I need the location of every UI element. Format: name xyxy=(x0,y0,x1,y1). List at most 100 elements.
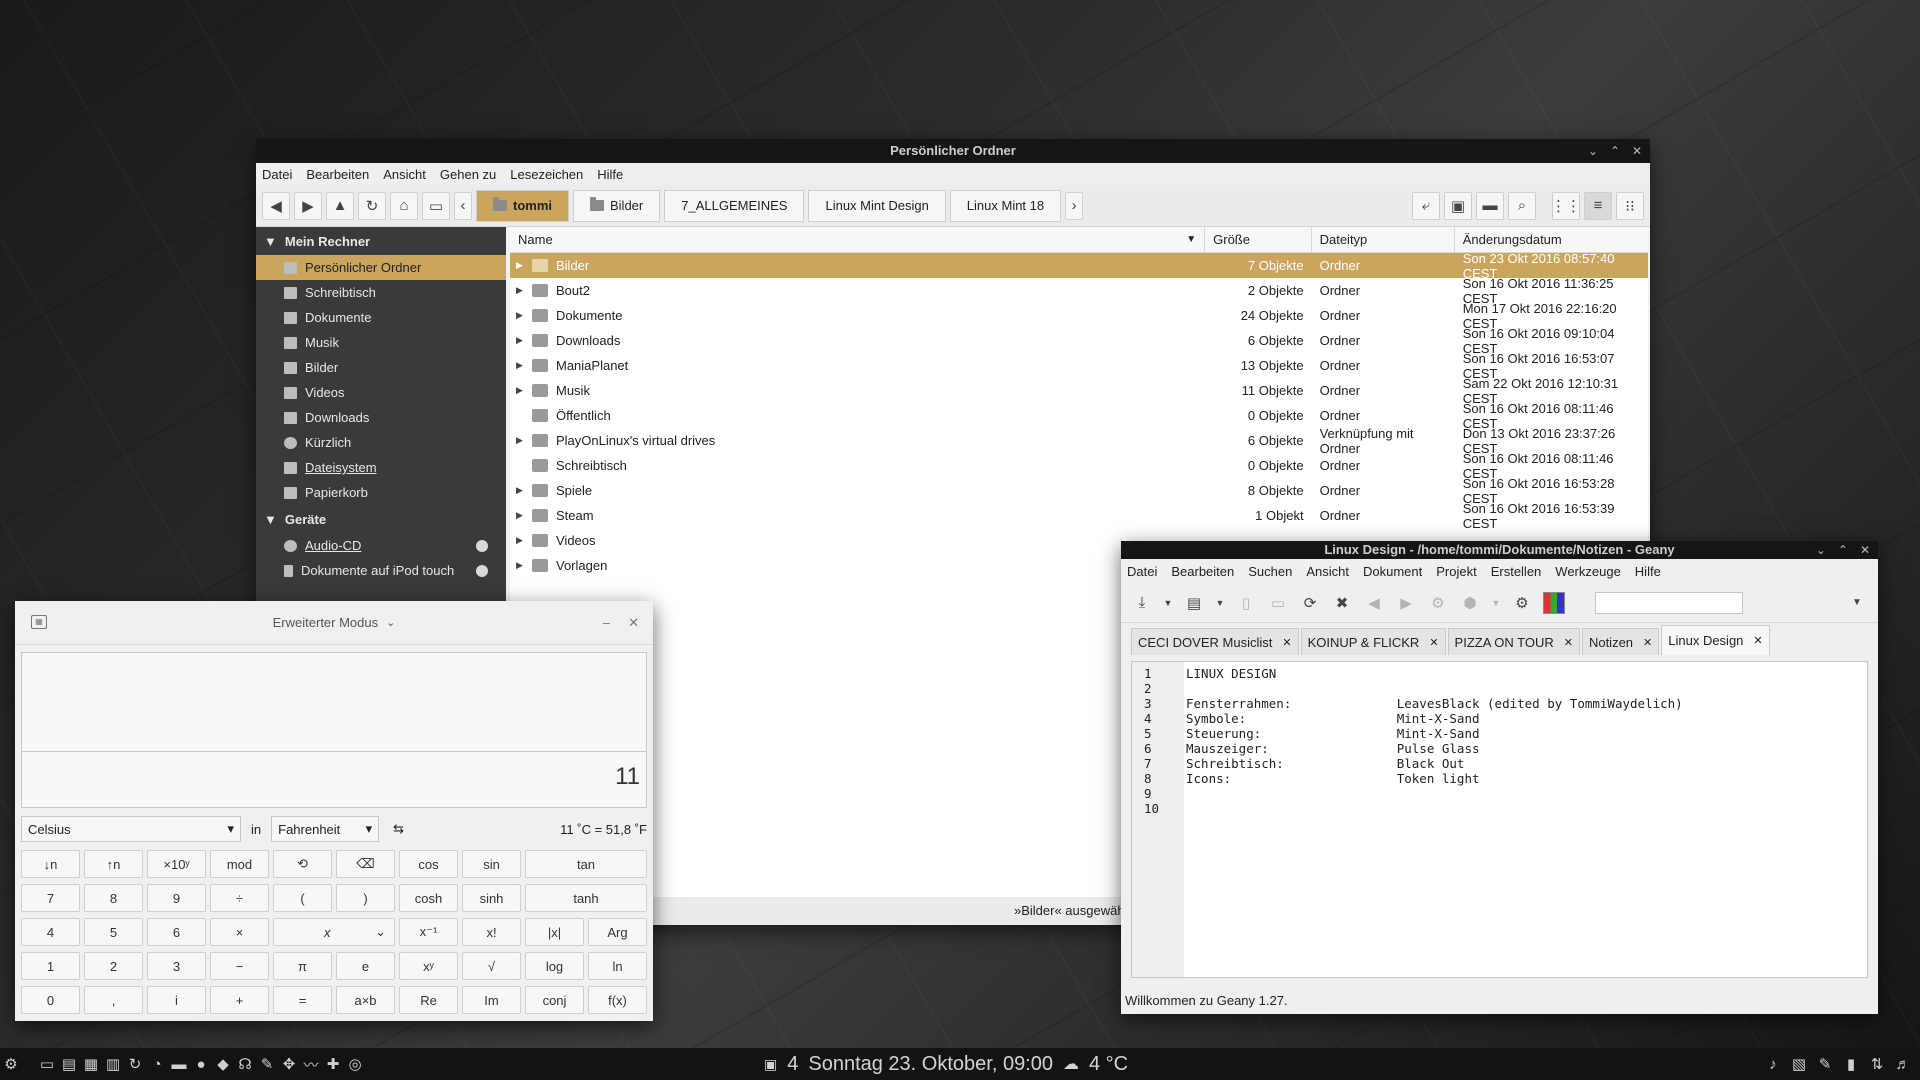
firefox-icon[interactable]: ◔ xyxy=(146,1053,168,1075)
expander-icon[interactable]: ▶ xyxy=(516,560,524,571)
column-name[interactable]: Name ▼ xyxy=(510,227,1206,252)
calc-key[interactable]: f(x) xyxy=(588,986,647,1014)
calc-key[interactable]: cos xyxy=(399,850,458,878)
sidebar-item-pictures[interactable]: Bilder xyxy=(256,355,506,380)
sidebar-item-home[interactable]: Persönlicher Ordner xyxy=(256,255,506,280)
file-row[interactable]: ▶ Spiele 8 Objekte Ordner Son 16 Okt 2016 16… xyxy=(510,476,1648,506)
show-desktop-icon[interactable]: ▭ xyxy=(36,1053,58,1075)
terminal-icon[interactable]: ▣ xyxy=(1444,191,1472,220)
menu-bearbeiten[interactable]: Bearbeiten xyxy=(306,167,369,182)
expander-icon[interactable]: ▶ xyxy=(516,285,524,296)
sidebar-item-recent[interactable]: Kürzlich xyxy=(256,430,506,455)
close-file-icon[interactable]: ✖ xyxy=(1331,592,1353,614)
bird-icon[interactable]: 〰 xyxy=(300,1053,322,1075)
file-manager-titlebar[interactable]: Persönlicher Ordner ⌄ ⌃ ✕ xyxy=(256,139,1650,163)
menu-gear-icon[interactable]: ⚙ xyxy=(0,1053,22,1075)
calc-key[interactable]: √ xyxy=(462,952,521,980)
calc-key[interactable]: 6 xyxy=(147,918,206,946)
menu-bearbeiten[interactable]: Bearbeiten xyxy=(1171,564,1234,579)
archive-icon[interactable]: ▥ xyxy=(102,1053,124,1075)
breadcrumb-linux-mint-18[interactable]: Linux Mint 18 xyxy=(949,189,1062,222)
file-row[interactable]: ▶ PlayOnLinux's virtual drives 6 Objekte Ve… xyxy=(510,426,1648,456)
expander-icon[interactable]: ▶ xyxy=(516,260,524,271)
nav-forward-icon[interactable]: ▶ xyxy=(1395,592,1417,614)
sidebar-item-desktop[interactable]: Schreibtisch xyxy=(256,280,506,305)
volume-icon[interactable]: ♬ xyxy=(1892,1053,1914,1075)
open-file-icon[interactable]: ▤ xyxy=(1183,592,1205,614)
calc-key[interactable]: Re xyxy=(399,986,458,1014)
calc-key[interactable]: ln xyxy=(588,952,647,980)
breadcrumb-right-icon[interactable]: › xyxy=(1065,191,1084,220)
menu-hilfe[interactable]: Hilfe xyxy=(597,167,623,182)
file-row[interactable]: ▶ Bout2 2 Objekte Ordner Son 16 Okt 2016 11:… xyxy=(510,276,1648,306)
headphones-icon[interactable]: ☊ xyxy=(234,1053,256,1075)
back-arrow-icon[interactable]: ◀ xyxy=(262,191,290,220)
tab-pizza-on-tour[interactable]: PIZZA ON TOUR ✕ xyxy=(1447,628,1580,655)
to-unit-select[interactable]: Fahrenheit ▾ xyxy=(271,816,380,842)
breadcrumb-linux-mint-design[interactable]: Linux Mint Design xyxy=(808,189,946,222)
sidebar-item-downloads[interactable]: Downloads xyxy=(256,405,506,430)
calc-key[interactable]: 5 xyxy=(84,918,143,946)
icon-view-icon[interactable]: ⋮⋮ xyxy=(1551,191,1581,220)
search-input[interactable] xyxy=(1595,591,1743,614)
new-folder-icon[interactable]: ▬ xyxy=(1476,191,1504,220)
clipboard-icon[interactable]: ▧ xyxy=(1788,1053,1810,1075)
sidebar-item-music[interactable]: Musik xyxy=(256,330,506,355)
calc-key[interactable]: ×10ʸ xyxy=(147,850,206,878)
calc-key[interactable]: conj xyxy=(525,986,584,1014)
menu-datei[interactable]: Datei xyxy=(1127,564,1157,579)
code-line[interactable]: Steuerung: Mint-X-Sand xyxy=(1186,726,1683,741)
maximize-icon[interactable]: ⌃ xyxy=(1610,139,1620,163)
calculator-launcher-icon[interactable]: ▦ xyxy=(80,1053,102,1075)
eject-icon[interactable] xyxy=(476,564,488,577)
calc-key[interactable]: a×b xyxy=(336,986,395,1014)
calc-key[interactable]: e xyxy=(336,952,395,980)
calc-key[interactable]: sinh xyxy=(462,884,521,912)
expander-icon[interactable]: ▶ xyxy=(516,510,524,521)
refresh-app-icon[interactable]: ↻ xyxy=(124,1053,146,1075)
calc-key[interactable]: 2 xyxy=(84,952,143,980)
battery-icon[interactable]: ▮ xyxy=(1840,1053,1862,1075)
expander-icon[interactable]: ▶ xyxy=(516,385,524,396)
calc-key[interactable]: x⁻¹ xyxy=(399,918,458,946)
calc-key[interactable]: 4 xyxy=(21,918,80,946)
preferences-gear-icon[interactable]: ⚙ xyxy=(1511,592,1533,614)
calc-key[interactable]: 7 xyxy=(21,884,80,912)
menu-datei[interactable]: Datei xyxy=(262,167,292,182)
breadcrumb-bilder[interactable]: Bilder xyxy=(573,189,661,222)
list-view-icon[interactable]: ≡ xyxy=(1584,191,1612,220)
minimize-icon[interactable]: ⌄ xyxy=(1816,541,1826,559)
calc-key[interactable]: Arg xyxy=(588,918,647,946)
eject-icon[interactable] xyxy=(476,539,488,552)
close-tab-icon[interactable]: ✕ xyxy=(1753,634,1762,647)
code-line[interactable]: Mauszeiger: Pulse Glass xyxy=(1186,741,1683,756)
breadcrumb-allgemeines[interactable]: 7_ALLGEMEINES xyxy=(664,189,805,222)
calculator-titlebar[interactable]: ▦ Erweiterter Modus ⌄ – ✕ xyxy=(15,601,653,645)
calc-key[interactable]: |x| xyxy=(525,918,584,946)
code-line[interactable] xyxy=(1186,801,1683,816)
geany-titlebar[interactable]: Linux Design - /home/tommi/Dokumente/Not… xyxy=(1121,541,1878,559)
column-type[interactable]: Dateityp xyxy=(1312,227,1455,252)
calc-key[interactable]: 1 xyxy=(21,952,80,980)
calc-key[interactable]: − xyxy=(210,952,269,980)
file-row[interactable]: ▶ Musik 11 Objekte Ordner Sam 22 Okt 2016 12… xyxy=(510,376,1648,406)
text-editor-icon[interactable]: ▬ xyxy=(168,1053,190,1075)
calc-key[interactable]: ÷ xyxy=(210,884,269,912)
expander-icon[interactable]: ▶ xyxy=(516,535,524,546)
close-tab-icon[interactable]: ✕ xyxy=(1282,636,1291,649)
file-row[interactable]: Öffentlich 0 Objekte Ordner Son 16 Okt 2016… xyxy=(510,401,1648,431)
forward-arrow-icon[interactable]: ▶ xyxy=(294,191,322,220)
reload-icon[interactable]: ↻ xyxy=(358,191,386,220)
file-row[interactable]: ▶ Dokumente 24 Objekte Ordner Mon 17 Okt 201… xyxy=(510,301,1648,331)
sidebar-item-videos[interactable]: Videos xyxy=(256,380,506,405)
calc-key[interactable]: 9 xyxy=(147,884,206,912)
calc-key[interactable]: ) xyxy=(336,884,395,912)
calc-key[interactable]: i xyxy=(147,986,206,1014)
file-row[interactable]: ▶ Bilder 7 Objekte Ordner Son 23 Okt 2016 08… xyxy=(510,251,1648,281)
calc-key[interactable]: sin xyxy=(462,850,521,878)
calc-key[interactable]: ⟲ xyxy=(273,850,332,878)
dropdown-arrow-icon[interactable]: ▼ xyxy=(1846,592,1868,614)
calc-key[interactable]: 3 xyxy=(147,952,206,980)
media-player-icon[interactable]: ● xyxy=(190,1053,212,1075)
tab-notizen[interactable]: Notizen ✕ xyxy=(1581,628,1660,655)
